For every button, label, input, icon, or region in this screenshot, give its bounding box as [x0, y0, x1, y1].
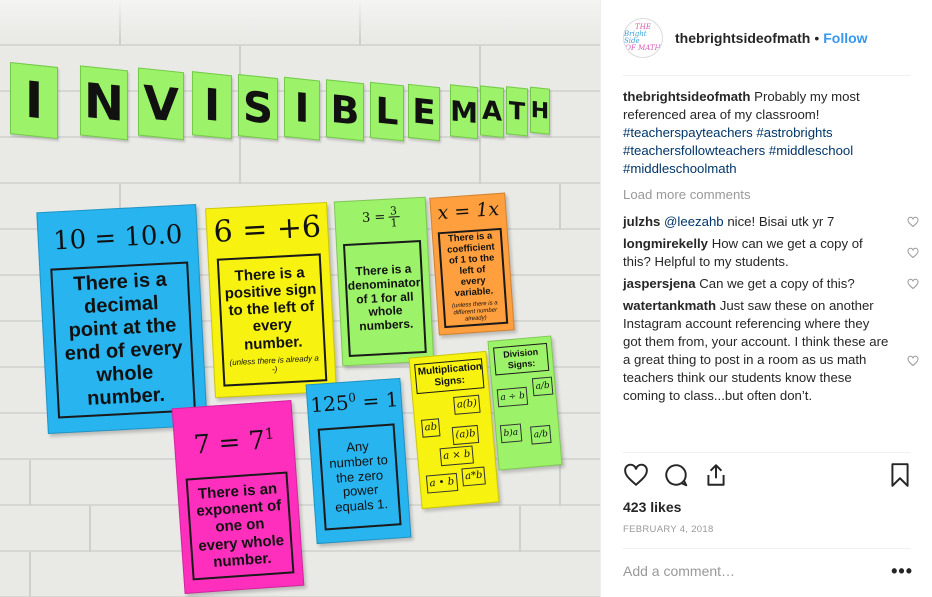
poster-text: Any number to the zero power equals 1.	[317, 423, 402, 531]
sign-example: b)a	[499, 423, 522, 444]
follow-button[interactable]: Follow	[823, 30, 867, 46]
post-date[interactable]: FEBRUARY 4, 2018	[623, 524, 714, 535]
banner-letter: E	[408, 83, 440, 142]
banner-letter: I	[10, 62, 58, 140]
comment-username[interactable]: julzhs	[623, 214, 660, 229]
poster-title: Multiplication Signs:	[414, 358, 485, 395]
comment-item: jaspersjena Can we get a copy of this?	[623, 275, 919, 293]
banner-letter: N	[80, 65, 128, 141]
poster-decimal: 10 = 10.0 There is a decimal point at th…	[36, 203, 208, 435]
poster-exponent: 7 = 71 There is an exponent of one on ev…	[171, 400, 305, 594]
banner-letter: M	[450, 84, 478, 140]
poster-text: There is an exponent of one on every who…	[185, 471, 295, 581]
divider	[623, 452, 910, 453]
post-caption: thebrightsideofmath Probably my most ref…	[623, 88, 913, 178]
poster-equation: x = 1x	[436, 198, 500, 225]
fraction-denominator: 1	[390, 216, 398, 230]
banner-letter: B	[326, 79, 364, 142]
comment-text: Can we get a copy of this?	[699, 276, 855, 291]
equation-left: 3 =	[361, 209, 386, 227]
post-header: THE Bright Side OF MATH thebrightsideofm…	[601, 0, 932, 76]
banner-letter: I	[284, 76, 320, 141]
comments-list: thebrightsideofmath Probably my most ref…	[623, 88, 919, 409]
header-separator: •	[814, 30, 820, 46]
caption-hashtags[interactable]: #teacherspayteachers #astrobrights #teac…	[623, 124, 913, 178]
sign-example: a(b)	[453, 394, 481, 415]
photo-light-glare	[0, 0, 600, 40]
likes-count[interactable]: 423 likes	[623, 499, 681, 515]
caption-username[interactable]: thebrightsideofmath	[623, 89, 750, 104]
equation-exponent: 1	[263, 424, 275, 443]
avatar-text: Bright Side	[624, 30, 647, 45]
comment-icon[interactable]	[663, 462, 689, 488]
add-comment-input[interactable]	[623, 563, 873, 579]
poster-title: Division Signs:	[493, 342, 550, 376]
heart-icon[interactable]	[623, 462, 649, 488]
poster-coefficient: x = 1x There is a coefficient of 1 to th…	[429, 192, 515, 336]
poster-equation: 10 = 10.0	[52, 219, 184, 257]
like-comment-heart-icon[interactable]	[907, 278, 919, 290]
header-username[interactable]: thebrightsideofmath	[675, 30, 810, 46]
like-comment-heart-icon[interactable]	[907, 355, 919, 367]
banner-letter: S	[238, 73, 278, 141]
comment-text: Just saw these on another Instagram acco…	[623, 298, 889, 403]
comment-username[interactable]: longmirekelly	[623, 236, 708, 251]
avatar-text: OF MATH	[625, 44, 661, 52]
poster-text: There is a denominator of 1 for all whol…	[342, 240, 427, 357]
poster-equation: 6 = +6	[212, 209, 322, 250]
poster-text: There is a decimal point at the end of e…	[50, 261, 196, 419]
banner-letter: H	[530, 86, 550, 135]
poster-division-signs: Division Signs: a ÷ b a/b b)a a/b	[487, 335, 563, 471]
post-actions	[623, 462, 913, 492]
more-options-icon[interactable]: •••	[891, 562, 913, 580]
poster-equation: 3 = 3 1	[335, 204, 426, 232]
sign-example: a*b	[461, 466, 487, 487]
equation-rest: = 1	[355, 387, 400, 414]
share-icon[interactable]	[703, 462, 729, 488]
sign-example: ab	[420, 418, 441, 438]
divider	[623, 75, 910, 76]
comment-item: julzhs @leezahb nice! Bisai utk yr 7	[623, 213, 919, 231]
poster-multiplication-signs: Multiplication Signs: a(b) ab (a)b a × b…	[408, 350, 500, 510]
poster-text: There is a coefficient of 1 to the left …	[446, 230, 495, 299]
comment-item: watertankmath Just saw these on another …	[623, 297, 919, 405]
bookmark-icon[interactable]	[887, 462, 913, 488]
like-comment-heart-icon[interactable]	[907, 247, 919, 259]
comment-username[interactable]: watertankmath	[623, 298, 716, 313]
comment-mention[interactable]: @leezahb	[664, 214, 724, 229]
divider	[623, 548, 910, 549]
banner-letter: L	[370, 81, 404, 142]
banner-letter: T	[506, 86, 528, 137]
sign-example: a × b	[439, 445, 475, 467]
poster-note: (unless there is a different number alre…	[451, 300, 498, 323]
equation-base: 125	[309, 390, 350, 418]
sign-example: (a)b	[451, 424, 480, 446]
sign-example: a • b	[425, 472, 458, 494]
sign-example: a ÷ b	[496, 386, 529, 408]
banner-letter: V	[138, 67, 184, 141]
comment-username[interactable]: jaspersjena	[623, 276, 696, 291]
poster-text-box: There is a coefficient of 1 to the left …	[437, 227, 509, 329]
post-side-panel: THE Bright Side OF MATH thebrightsideofm…	[600, 0, 932, 597]
post-photo[interactable]: I N V I S I B L E M A T H 10 = 10.0 Ther…	[0, 0, 600, 597]
banner-letter: I	[192, 71, 232, 140]
comment-item: longmirekelly How can we get a copy of t…	[623, 235, 919, 271]
poster-denominator: 3 = 3 1 There is a denominator of 1 for …	[333, 196, 435, 367]
poster-text-box: There is a positive sign to the left of …	[216, 253, 328, 387]
poster-equation: 1250 = 1	[307, 387, 401, 417]
poster-note: (unless there is already a -)	[229, 353, 320, 375]
like-comment-heart-icon[interactable]	[907, 216, 919, 228]
poster-positive-sign: 6 = +6 There is a positive sign to the l…	[205, 201, 337, 399]
sign-example: a/b	[531, 376, 554, 397]
poster-text: There is a positive sign to the left of …	[224, 263, 317, 354]
poster-equation: 7 = 71	[174, 423, 294, 462]
poster-zero-power: 1250 = 1 Any number to the zero power eq…	[305, 377, 412, 545]
sign-example: a/b	[530, 424, 552, 445]
avatar[interactable]: THE Bright Side OF MATH	[623, 18, 663, 58]
load-more-comments-button[interactable]: Load more comments	[623, 186, 913, 204]
banner-letter: A	[480, 85, 504, 138]
equation-base: 7 = 7	[192, 425, 267, 461]
add-comment-row: •••	[623, 556, 913, 586]
comment-text: nice! Bisai utk yr 7	[727, 214, 835, 229]
